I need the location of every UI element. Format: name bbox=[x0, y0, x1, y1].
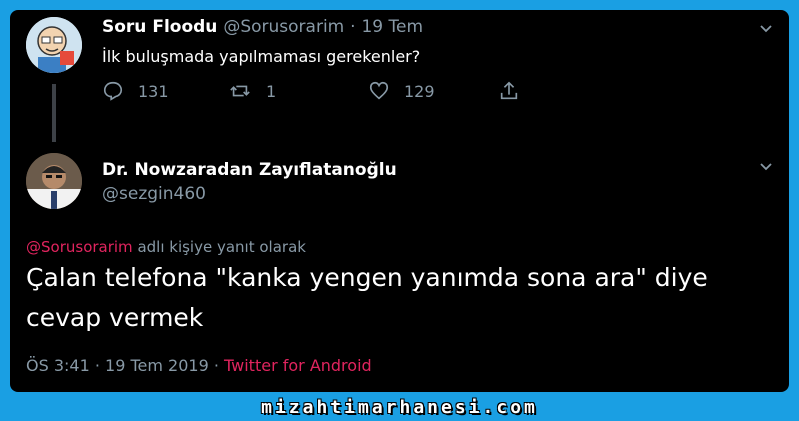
share-icon bbox=[500, 81, 518, 100]
reply-action[interactable]: 131 bbox=[102, 80, 169, 102]
tweet2-source-link[interactable]: Twitter for Android bbox=[224, 356, 372, 375]
like-action[interactable]: 129 bbox=[368, 80, 435, 102]
site-watermark: mizahtimarhanesi.com bbox=[261, 397, 538, 418]
tweet2-meta: ÖS 3:41 · 19 Tem 2019 · Twitter for Andr… bbox=[26, 356, 372, 375]
share-action[interactable] bbox=[498, 80, 534, 102]
tweet1-date[interactable]: 19 Tem bbox=[361, 17, 423, 37]
retweet-action[interactable]: 1 bbox=[228, 80, 276, 102]
tweet2-handle[interactable]: @sezgin460 bbox=[102, 184, 206, 204]
tweet2-timestamp[interactable]: ÖS 3:41 · 19 Tem 2019 · bbox=[26, 356, 224, 375]
nowzaradan-avatar[interactable] bbox=[26, 153, 82, 209]
reply-icon bbox=[103, 81, 123, 101]
tweet2-author-name[interactable]: Dr. Nowzaradan Zayıflatanoğlu bbox=[102, 160, 397, 180]
reply-context: @Sorusorarim adlı kişiye yanıt olarak bbox=[26, 238, 306, 256]
tweet2-text: Çalan telefona "kanka yengen yanımda son… bbox=[26, 263, 708, 332]
tweet2-chevron-down-icon[interactable] bbox=[758, 158, 774, 174]
separator-dot: · bbox=[350, 17, 356, 37]
tweet1-chevron-down-icon[interactable] bbox=[758, 20, 774, 36]
like-count: 129 bbox=[404, 81, 435, 101]
reply-count: 131 bbox=[138, 81, 169, 101]
soru-floodu-avatar[interactable] bbox=[26, 17, 82, 73]
reply-context-text: adlı kişiye yanıt olarak bbox=[132, 238, 306, 256]
tweet1-actions: 131 1 129 bbox=[102, 80, 542, 104]
thread-line bbox=[52, 84, 56, 142]
tweet1-handle[interactable]: @Sorusorarim bbox=[223, 17, 344, 37]
tweet1-text: İlk buluşmada yapılmaması gerekenler? bbox=[102, 47, 421, 66]
tweet1-author-name[interactable]: Soru Floodu bbox=[102, 17, 217, 37]
retweet-icon bbox=[230, 85, 250, 97]
heart-icon bbox=[369, 81, 389, 100]
tweet1-header: Soru Floodu @Sorusorarim · 19 Tem bbox=[102, 17, 423, 37]
tweet-card: Soru Floodu @Sorusorarim · 19 Tem İlk bu… bbox=[10, 10, 789, 392]
retweet-count: 1 bbox=[266, 81, 277, 101]
reply-to-handle-link[interactable]: @Sorusorarim bbox=[26, 238, 133, 256]
